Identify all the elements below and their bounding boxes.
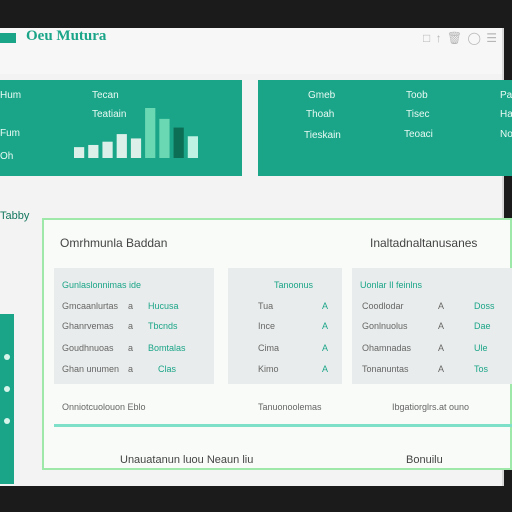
card-row-label: Goudhnuoas	[62, 343, 114, 353]
card-row-flag: A	[438, 364, 445, 374]
mini-chart-bar	[159, 118, 170, 158]
section-divider	[54, 424, 512, 427]
card-row-value: Tbcnds	[148, 321, 178, 331]
card-row-value: Tos	[474, 364, 489, 374]
card-row-label: Ohamnadas	[362, 343, 412, 353]
panel-title: Omrhmunla Baddan	[60, 236, 168, 250]
tile-label: No	[500, 129, 512, 140]
sidebar-dot-icon[interactable]	[4, 354, 10, 360]
card-header: Uonlar Il feinlns	[360, 280, 423, 290]
tile-label: Hum	[0, 90, 22, 101]
sidebar-dot-icon[interactable]	[4, 386, 10, 392]
tile-label: Fum	[0, 128, 20, 139]
card-row-flag: A	[322, 343, 329, 353]
panel-footer-text: Onniotcuolouon Eblo	[62, 402, 146, 412]
card-row-label: Gonlnuolus	[362, 321, 408, 331]
app-logo[interactable]: Oeu Mutura	[26, 28, 106, 45]
metric-tile-right[interactable]	[258, 80, 512, 176]
card-row-label: Tua	[258, 301, 274, 311]
tile-label: Ha	[500, 109, 512, 120]
panel-footer-link[interactable]: Tanuonoolemas	[258, 402, 322, 412]
card-row-label: Ince	[258, 321, 276, 331]
mini-chart-bar	[88, 144, 99, 158]
card-row-flag: A	[438, 301, 445, 311]
tile-label: Tisec	[406, 109, 430, 120]
toolbar-icons[interactable]: □ ↑ 🗑 ◯ ☰	[423, 31, 498, 45]
card-row-label: Ghan unumen	[62, 364, 120, 374]
card-row-label: Cima	[258, 343, 280, 353]
tile-label: Tieskain	[304, 130, 341, 141]
card-row-label: Tonanuntas	[362, 364, 409, 374]
card-row-flag: A	[322, 301, 329, 311]
card-row-flag: A	[438, 343, 445, 353]
card-row-label: Kimo	[258, 364, 279, 374]
bottom-link[interactable]: Bonuilu	[406, 454, 443, 466]
mini-chart-bar	[173, 127, 184, 158]
card-row-flag: A	[438, 321, 445, 331]
sidebar-title: Tabby	[0, 210, 30, 222]
card-header: Gunlaslonnimas ide	[62, 280, 142, 290]
tile-label: Gmeb	[308, 90, 336, 101]
card-row-label: Ghanrvemas	[62, 321, 114, 331]
tile-label: Toob	[406, 90, 428, 101]
card-row-value: Bomtalas	[148, 343, 186, 353]
sidebar-rail[interactable]	[0, 314, 14, 484]
panel-title: Inaltadnaltanusanes	[370, 236, 478, 250]
panel-footer-text: Ibgatiorglrs.at ouno	[392, 402, 470, 412]
mini-chart-bar	[102, 141, 113, 158]
mini-chart-bar	[187, 136, 198, 158]
card-row-flag: a	[128, 321, 134, 331]
tile-value: Tecan	[92, 90, 119, 101]
card-row-label: Gmcaanlurtas	[62, 301, 119, 311]
card-row-flag: a	[128, 343, 134, 353]
card-row-value: Hucusa	[148, 301, 179, 311]
card-row-value: Doss	[474, 301, 495, 311]
mini-chart-bar	[116, 134, 127, 158]
tile-label: Teoaci	[404, 129, 433, 140]
tile-label: Oh	[0, 151, 14, 162]
tile-label: Thoah	[306, 109, 335, 120]
card-row-flag: A	[322, 364, 329, 374]
card-row-value: Ule	[474, 343, 488, 353]
bottom-link[interactable]: Unauatanun luou Neaun liu	[120, 454, 253, 466]
card-row-flag: a	[128, 364, 134, 374]
mini-chart-bar	[145, 108, 156, 158]
tile-label: Pa	[500, 90, 512, 101]
card-row-value: Dae	[474, 321, 491, 331]
card-row-flag: a	[128, 301, 134, 311]
card-header: Tanoonus	[274, 280, 314, 290]
card-row-flag: A	[322, 321, 329, 331]
card-row-label: Coodlodar	[362, 301, 404, 311]
brand-mark	[0, 33, 16, 43]
mini-chart-bar	[130, 138, 142, 158]
card-row-value: Clas	[158, 364, 177, 374]
sidebar-dot-icon[interactable]	[4, 418, 10, 424]
mini-bar-chart	[74, 108, 198, 158]
mini-chart-bar	[74, 147, 85, 158]
